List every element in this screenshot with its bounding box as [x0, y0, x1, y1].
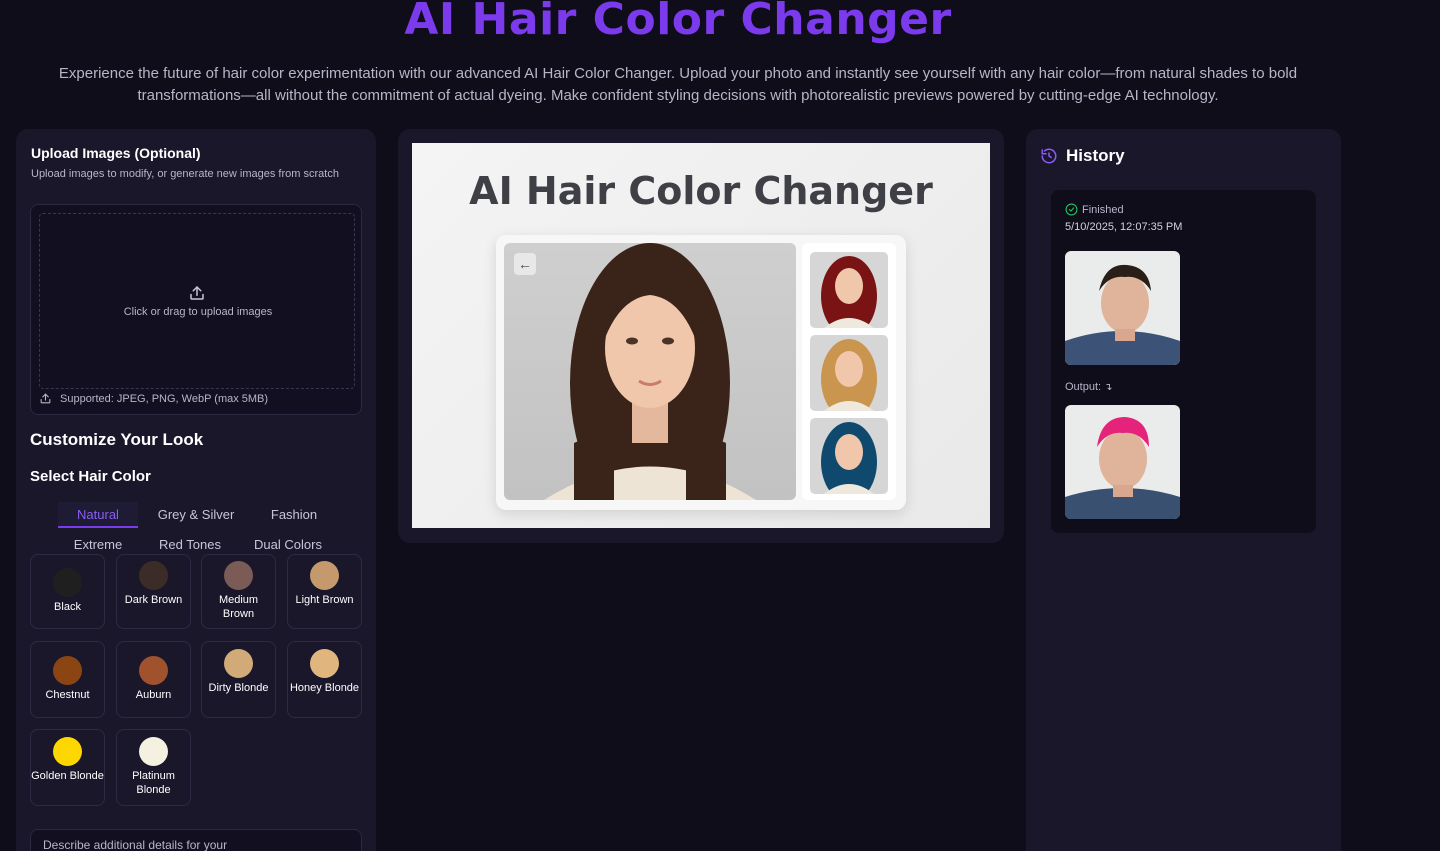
main-portrait: ←	[504, 243, 796, 500]
color-swatch	[139, 737, 168, 766]
swatch-label: Platinum Blonde	[132, 770, 175, 796]
corner-arrow-icon: ↴	[1104, 382, 1113, 393]
swatch-light-brown[interactable]: Light Brown	[287, 554, 362, 629]
tab-fashion[interactable]: Fashion	[254, 502, 334, 528]
upload-small-icon	[40, 393, 51, 404]
history-item[interactable]: Finished 5/10/2025, 12:07:35 PM Output: …	[1051, 190, 1316, 533]
swatch-label: Auburn	[135, 689, 172, 701]
settings-panel: Upload Images (Optional) Upload images t…	[16, 129, 376, 851]
select-hair-color-title: Select Hair Color	[30, 468, 151, 485]
upload-subtitle: Upload images to modify, or generate new…	[31, 168, 339, 180]
thumbnail-blue[interactable]	[810, 418, 888, 494]
color-swatch	[224, 561, 253, 590]
swatch-medium-brown[interactable]: Medium Brown	[201, 554, 276, 629]
history-panel: History Finished 5/10/2025, 12:07:35 PM …	[1026, 129, 1341, 851]
check-circle-icon	[1065, 203, 1078, 216]
tab-natural[interactable]: Natural	[58, 502, 138, 528]
preview-card: ←	[496, 235, 906, 510]
upload-title: Upload Images (Optional)	[31, 145, 201, 161]
color-swatch	[224, 649, 253, 678]
color-swatch	[139, 656, 168, 685]
color-swatch	[53, 656, 82, 685]
output-image[interactable]	[1065, 405, 1180, 519]
swatch-label: Black	[54, 601, 81, 613]
swatch-black[interactable]: Black	[30, 554, 105, 629]
swatch-label: Chestnut	[45, 689, 90, 701]
swatch-dirty-blonde[interactable]: Dirty Blonde	[201, 641, 276, 718]
preview-title: AI Hair Color Changer	[469, 169, 933, 213]
output-label-text: Output:	[1065, 381, 1102, 393]
upload-dropzone[interactable]: Click or drag to upload images Supported…	[30, 204, 362, 415]
page-title: AI Hair Color Changer	[404, 0, 952, 45]
status-row: Finished	[1065, 203, 1124, 216]
tab-grey-silver[interactable]: Grey & Silver	[148, 502, 244, 528]
swatch-chestnut[interactable]: Chestnut	[30, 641, 105, 718]
upload-icon	[190, 286, 204, 300]
swatch-label: Medium Brown	[218, 594, 259, 620]
upload-support-info: Supported: JPEG, PNG, WebP (max 5MB)	[39, 392, 268, 405]
output-label: Output: ↴	[1065, 381, 1113, 393]
back-button[interactable]: ←	[514, 253, 536, 275]
swatch-dark-brown[interactable]: Dark Brown	[116, 554, 191, 629]
page-description: Experience the future of hair color expe…	[58, 65, 1298, 104]
customize-title: Customize Your Look	[30, 430, 204, 449]
swatch-auburn[interactable]: Auburn	[116, 641, 191, 718]
swatch-label: Dark Brown	[124, 594, 183, 606]
color-swatch	[53, 568, 82, 597]
preview-panel: AI Hair Color Changer ←	[398, 129, 1004, 543]
color-swatch	[139, 561, 168, 590]
swatch-label: Golden Blonde	[31, 770, 104, 782]
swatch-golden-blonde[interactable]: Golden Blonde	[30, 729, 105, 806]
preview-image: AI Hair Color Changer ←	[412, 143, 990, 528]
thumbnail-column	[802, 243, 896, 500]
swatch-platinum-blonde[interactable]: Platinum Blonde	[116, 729, 191, 806]
history-icon	[1041, 148, 1057, 164]
color-swatch	[53, 737, 82, 766]
history-title: History	[1066, 146, 1125, 165]
status-text: Finished	[1082, 203, 1124, 216]
color-swatch	[310, 561, 339, 590]
history-timestamp: 5/10/2025, 12:07:35 PM	[1065, 221, 1183, 233]
input-image[interactable]	[1065, 251, 1180, 365]
swatch-label: Honey Blonde	[289, 682, 360, 694]
upload-drop-area[interactable]: Click or drag to upload images	[39, 213, 355, 389]
supported-formats: Supported: JPEG, PNG, WebP (max 5MB)	[60, 392, 269, 405]
upload-hint: Click or drag to upload images	[123, 306, 273, 318]
swatch-label: Light Brown	[295, 594, 354, 606]
thumbnail-red[interactable]	[810, 252, 888, 328]
swatch-label: Dirty Blonde	[208, 682, 269, 694]
color-swatch	[310, 649, 339, 678]
portrait-illustration	[544, 243, 756, 500]
details-textarea[interactable]: Describe additional details for your	[30, 829, 362, 851]
swatch-honey-blonde[interactable]: Honey Blonde	[287, 641, 362, 718]
thumbnail-blonde[interactable]	[810, 335, 888, 411]
